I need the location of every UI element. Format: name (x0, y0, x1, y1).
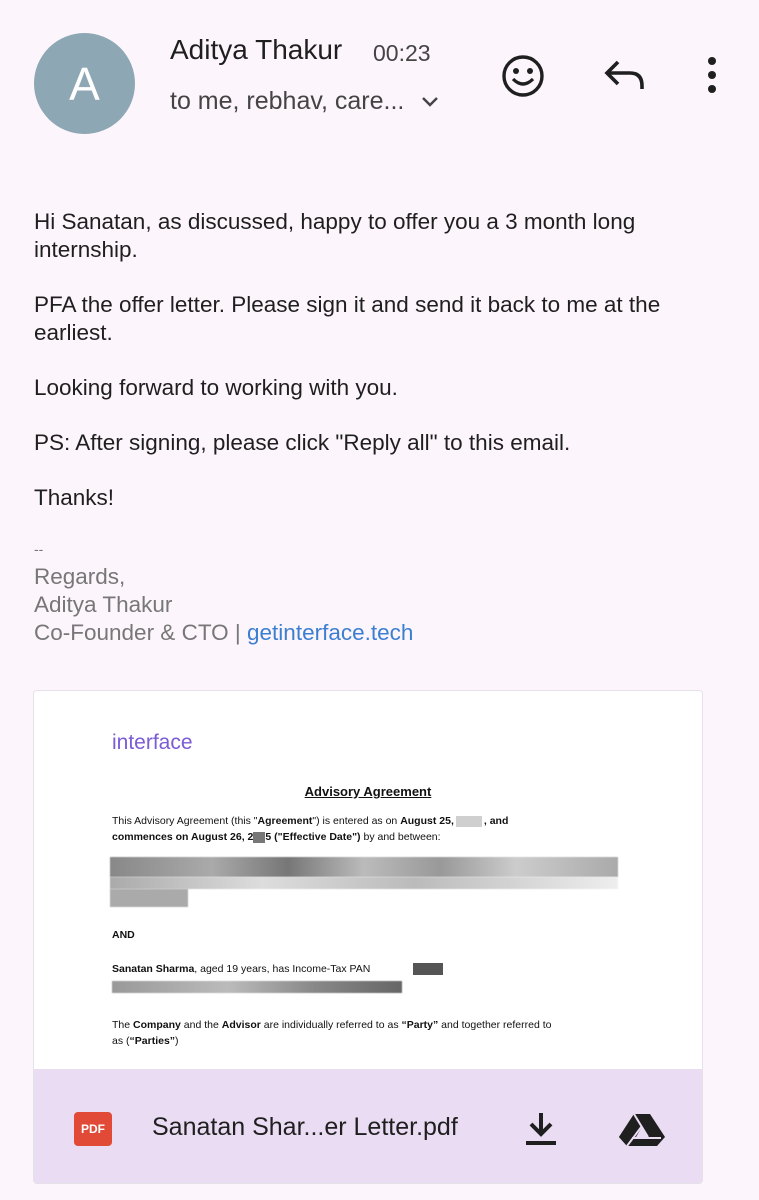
recipients-toggle[interactable]: to me, rebhav, care... (170, 87, 440, 116)
email-time: 00:23 (373, 40, 431, 66)
download-icon[interactable] (524, 1111, 558, 1147)
attachment-bar[interactable]: PDF Sanatan Shar...er Letter.pdf (34, 1069, 702, 1183)
doc-title: Advisory Agreement (304, 784, 432, 799)
doc-paragraph-1: This Advisory Agreement (this "Agreement… (112, 815, 509, 843)
signature-name: Aditya Thakur (34, 592, 173, 617)
sender-name[interactable]: Aditya Thakur (170, 34, 342, 66)
sender-avatar[interactable]: A (34, 33, 135, 134)
signature-link[interactable]: getinterface.tech (247, 620, 413, 645)
body-paragraph: Hi Sanatan, as discussed, happy to offer… (34, 209, 636, 262)
signature-regards: Regards, (34, 564, 126, 589)
signature-role: Co-Founder & CTO | (34, 620, 241, 645)
google-drive-icon[interactable] (618, 1113, 666, 1147)
recipients-text: to me, rebhav, care... (170, 87, 405, 115)
chevron-down-icon (420, 87, 440, 116)
reply-icon[interactable] (602, 58, 646, 92)
doc-and: AND (112, 929, 135, 941)
doc-logo: interface (112, 731, 193, 754)
signature-separator: -- (34, 541, 44, 557)
emoji-icon[interactable] (500, 53, 546, 99)
email-signature: -- Regards, Aditya Thakur Co-Founder & C… (34, 535, 413, 647)
email-header: A Aditya Thakur 00:23 to me, rebhav, car… (0, 0, 759, 150)
redacted-line (112, 981, 402, 993)
more-vert-icon[interactable] (704, 56, 720, 94)
body-paragraph: PFA the offer letter. Please sign it and… (34, 292, 661, 345)
body-paragraph: PS: After signing, please click "Reply a… (34, 430, 571, 455)
doc-paragraph-3: The Company and the Advisor are individu… (112, 1019, 552, 1047)
body-paragraph: Looking forward to working with you. (34, 375, 398, 400)
attachment-file-name[interactable]: Sanatan Shar...er Letter.pdf (152, 1113, 458, 1142)
attachment-preview[interactable]: interface Advisory Agreement This Adviso… (34, 691, 702, 1069)
attachment-card[interactable]: interface Advisory Agreement This Adviso… (33, 690, 703, 1184)
email-body: Hi Sanatan, as discussed, happy to offer… (34, 208, 714, 539)
doc-paragraph-2: Sanatan Sharma, aged 19 years, has Incom… (112, 961, 632, 977)
signature-role-line: Co-Founder & CTO | getinterface.tech (34, 619, 413, 647)
pdf-icon: PDF (74, 1112, 112, 1146)
body-paragraph: Thanks! (34, 485, 115, 510)
